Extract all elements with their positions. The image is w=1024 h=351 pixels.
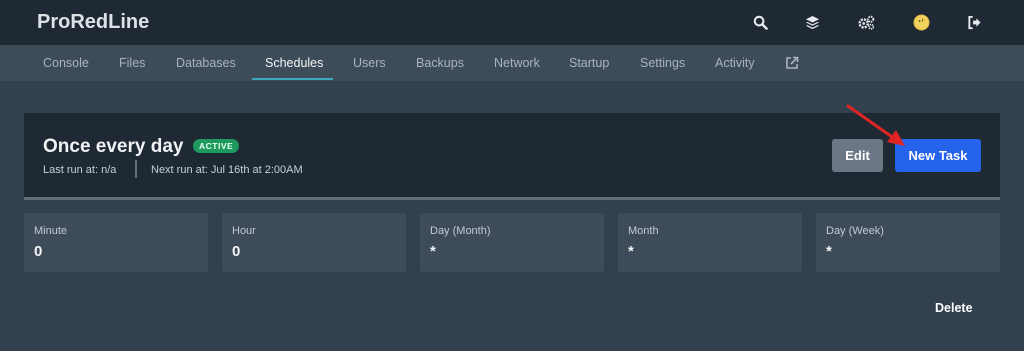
next-run-text: Next run at: Jul 16th at 2:00AM bbox=[151, 164, 303, 176]
meta-separator bbox=[135, 160, 137, 178]
cron-value: * bbox=[430, 243, 436, 260]
cron-label: Minute bbox=[34, 225, 68, 237]
gears-icon[interactable] bbox=[857, 13, 875, 31]
cron-value: 0 bbox=[232, 243, 241, 260]
cron-label: Month bbox=[628, 225, 659, 237]
external-link-icon[interactable] bbox=[785, 56, 799, 70]
tab-schedules[interactable]: Schedules bbox=[265, 45, 323, 81]
cron-minute-box: Minute 0 bbox=[24, 213, 208, 272]
delete-schedule-button[interactable]: Delete bbox=[935, 301, 973, 315]
tab-databases[interactable]: Databases bbox=[176, 45, 236, 81]
tab-console[interactable]: Console bbox=[43, 45, 89, 81]
user-avatar-icon[interactable] bbox=[912, 13, 930, 31]
tab-backups[interactable]: Backups bbox=[416, 45, 464, 81]
cron-value: * bbox=[628, 243, 634, 260]
layers-icon[interactable] bbox=[803, 13, 821, 31]
cron-label: Hour bbox=[232, 225, 256, 237]
tab-network[interactable]: Network bbox=[494, 45, 540, 81]
cron-hour-box: Hour 0 bbox=[222, 213, 406, 272]
tab-files[interactable]: Files bbox=[119, 45, 145, 81]
cron-label: Day (Week) bbox=[826, 225, 884, 237]
new-task-button[interactable]: New Task bbox=[895, 139, 981, 172]
last-run-text: Last run at: n/a bbox=[43, 164, 117, 176]
tab-startup[interactable]: Startup bbox=[569, 45, 609, 81]
cron-day-week-box: Day (Week) * bbox=[816, 213, 1000, 272]
cron-value: 0 bbox=[34, 243, 43, 260]
logout-icon[interactable] bbox=[965, 13, 983, 31]
tab-settings[interactable]: Settings bbox=[640, 45, 685, 81]
card-divider bbox=[24, 197, 1000, 200]
cron-day-month-box: Day (Month) * bbox=[420, 213, 604, 272]
brand-logo[interactable]: ProRedLine bbox=[37, 11, 149, 34]
active-tab-indicator bbox=[252, 78, 333, 80]
cron-label: Day (Month) bbox=[430, 225, 491, 237]
tab-users[interactable]: Users bbox=[353, 45, 386, 81]
status-badge: ACTIVE bbox=[193, 139, 240, 153]
cron-month-box: Month * bbox=[618, 213, 802, 272]
search-icon[interactable] bbox=[751, 13, 769, 31]
cron-value: * bbox=[826, 243, 832, 260]
schedule-name: Once every day bbox=[43, 136, 184, 157]
annotation-arrow-icon bbox=[846, 104, 905, 146]
tab-activity[interactable]: Activity bbox=[715, 45, 755, 81]
